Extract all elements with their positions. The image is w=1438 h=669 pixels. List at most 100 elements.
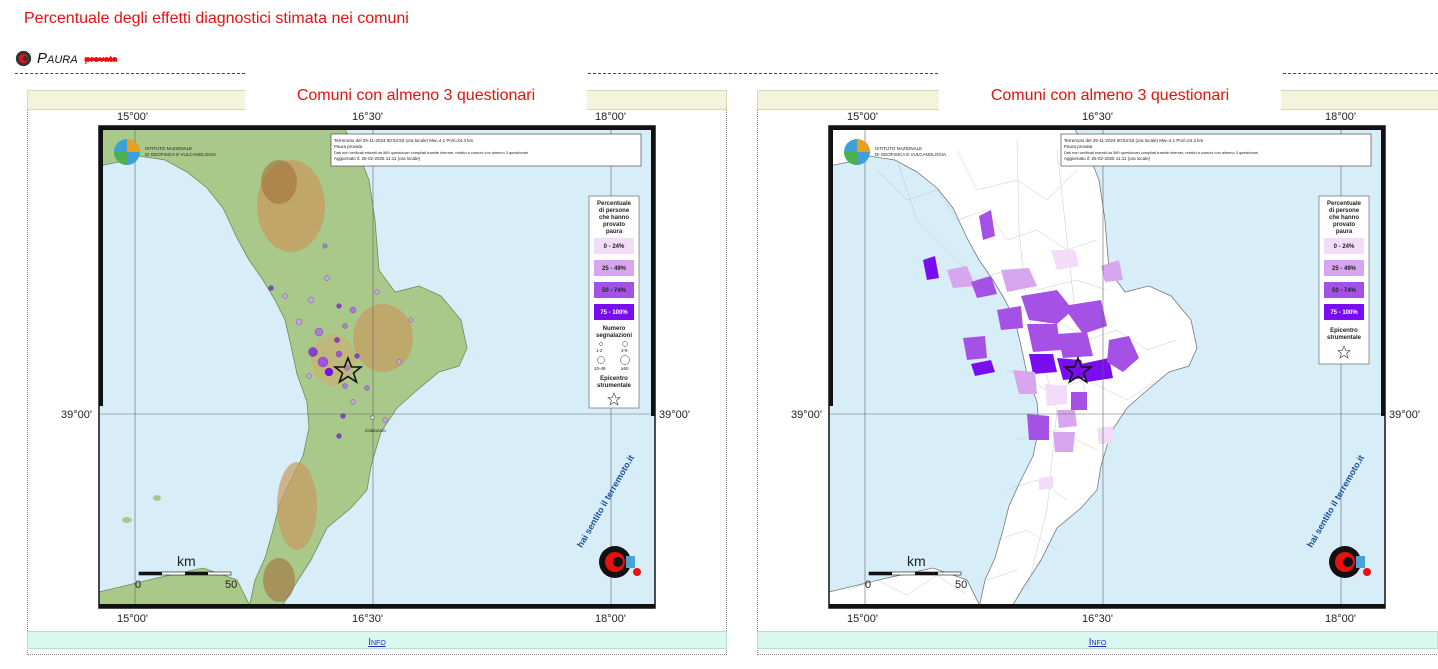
legend-class-label: 0 - 24% (604, 244, 625, 250)
report-point (340, 413, 346, 419)
municipality-fill (1057, 332, 1093, 358)
legend-class-label: 50 - 74% (1332, 288, 1357, 294)
legend-epi-title: strumentale (1327, 335, 1362, 341)
report-point (308, 347, 318, 357)
map-border-strip (99, 126, 655, 130)
city-marker (370, 415, 375, 420)
lat-label: 39°00' (659, 409, 690, 421)
map-border-strip (829, 126, 1385, 130)
lon-label: 16°30' (352, 111, 383, 123)
info-bar: Info (27, 631, 727, 649)
municipality-fill (997, 306, 1023, 330)
map-header-line: Aggiornato il: 25-02-2025 11:11 (ora loc… (1064, 156, 1151, 161)
section-label: Paura (37, 50, 78, 67)
legend-class-label: 25 - 49% (1332, 266, 1357, 272)
map-border-strip (99, 604, 655, 608)
report-point (336, 433, 342, 439)
legend-count-title: Numero (603, 326, 626, 332)
legend-count-label: 10-49 (594, 366, 606, 371)
panel-title: Comuni con almeno 3 questionari (939, 84, 1281, 112)
lat-label: 39°00' (1389, 409, 1420, 421)
municipality-fill (1057, 410, 1077, 428)
lon-label: 15°00' (847, 111, 878, 123)
relief (277, 462, 317, 550)
map-panel-points: Comuni con almeno 3 questionari 15°00' 1… (27, 84, 727, 655)
legend-title: paura (1336, 229, 1353, 235)
divider (15, 73, 245, 74)
municipality-fill (1045, 384, 1067, 406)
section-header: Paura provata (15, 50, 117, 67)
section-strike-label: provata (84, 53, 118, 64)
info-link[interactable]: Info (368, 637, 386, 648)
report-point (408, 317, 414, 323)
legend-title: di persone (1329, 208, 1360, 214)
report-point (354, 353, 360, 359)
map-header-line: Terremoto del 29-11-2024 00:54:53 (ora l… (1064, 138, 1203, 143)
logo-text: ISTITUTO NAZIONALE (145, 146, 192, 151)
lon-label: 18°00' (1325, 613, 1356, 625)
report-point (350, 399, 356, 405)
scale-unit: km (177, 553, 196, 569)
report-point (317, 356, 329, 368)
relief (261, 160, 297, 204)
map-header-line: Dati non verificati estratti da 569 ques… (1064, 150, 1258, 155)
report-point (314, 327, 324, 337)
logo-text: DI GEOFISICA E VULCANOLOGIA (145, 152, 216, 157)
legend-title: che hanno (599, 215, 629, 221)
map-border-strip (1381, 126, 1385, 416)
logo-text: ISTITUTO NAZIONALE (875, 146, 922, 151)
report-point (336, 303, 342, 309)
legend-count-label: ≥50 (621, 366, 629, 371)
report-point (295, 318, 303, 326)
legend-epi-title: strumentale (597, 383, 632, 389)
scale-min: 0 (135, 579, 141, 591)
legend-title: Percentuale (1327, 201, 1362, 207)
municipality-fill (1027, 414, 1049, 440)
map-header-line: Paura provata (334, 144, 363, 149)
municipality-fill (1039, 476, 1053, 490)
report-point (306, 373, 312, 379)
legend-class-label: 25 - 49% (602, 266, 627, 272)
scale-max: 50 (225, 579, 237, 591)
scale-max: 50 (955, 579, 967, 591)
map-panel-choropleth: Comuni con almeno 3 questionari 15°00' 1… (757, 84, 1438, 655)
map-header-line: Paura provata (1064, 144, 1093, 149)
divider (588, 73, 938, 74)
relief (353, 304, 413, 372)
divider (1283, 73, 1438, 74)
map-border-strip (99, 126, 103, 406)
report-point (364, 385, 370, 391)
report-point (282, 293, 288, 299)
info-link[interactable]: Info (1089, 637, 1107, 648)
legend-title: che hanno (1329, 215, 1359, 221)
lat-label: 39°00' (61, 409, 92, 421)
report-point (349, 306, 357, 314)
legend-epi-title: Epicentro (600, 376, 628, 382)
lon-label: 16°30' (1082, 613, 1113, 625)
intensity-point-map[interactable]: 15°00' 16°30' 18°00' 15°00' 16°30' 18°00… (27, 110, 727, 630)
intensity-choropleth-map[interactable]: 15°00' 16°30' 18°00' 15°00' 16°30' 18°00… (757, 110, 1437, 630)
page-title: Percentuale degli effetti diagnostici st… (24, 10, 409, 27)
legend-count-label: 1-2 (596, 348, 603, 353)
lon-label: 15°00' (117, 613, 148, 625)
legend-class-label: 0 - 24% (1334, 244, 1355, 250)
island (122, 517, 132, 523)
lat-label: 39°00' (791, 409, 822, 421)
legend-title: provato (603, 222, 625, 228)
map-header-line: Terremoto del 29-11-2024 00:54:53 (ora l… (334, 138, 473, 143)
map-legend: Percentuale di persone che hanno provato… (588, 195, 640, 409)
report-point (322, 243, 328, 249)
lon-label: 16°30' (352, 613, 383, 625)
legend-class-label: 75 - 100% (600, 310, 628, 316)
map-border-strip (829, 604, 1385, 608)
report-point (382, 417, 388, 423)
city-label: Catanzaro (365, 428, 386, 433)
lon-label: 18°00' (595, 111, 626, 123)
municipality-fill (1053, 432, 1075, 452)
lon-label: 15°00' (117, 111, 148, 123)
legend-count-label: 3-9 (621, 348, 628, 353)
report-point (307, 296, 315, 304)
report-point (342, 323, 348, 329)
ingv-logo-icon (15, 50, 32, 67)
report-point (396, 359, 402, 365)
